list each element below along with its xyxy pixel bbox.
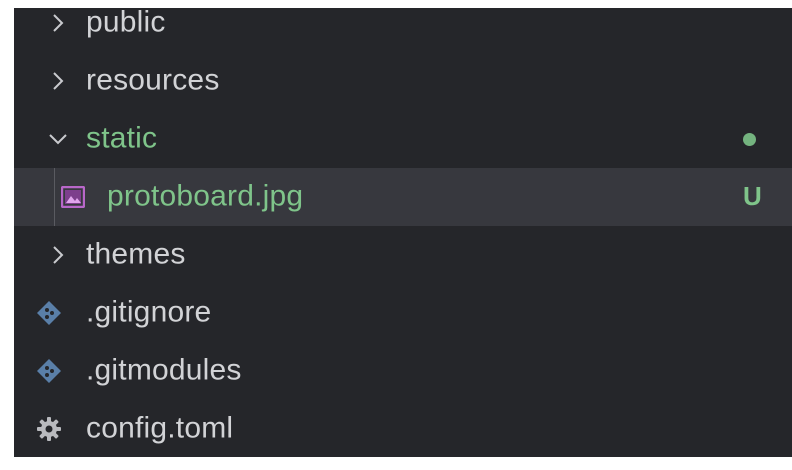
file-label: .gitignore — [86, 295, 212, 329]
chevron-down-icon[interactable] — [48, 129, 68, 149]
chevron-right-icon[interactable] — [48, 13, 68, 33]
gear-icon — [36, 416, 62, 442]
chevron-right-icon[interactable] — [48, 245, 68, 265]
git-untracked-badge: U — [743, 180, 762, 211]
folder-label: themes — [86, 237, 186, 271]
tree-item-themes-folder[interactable]: themes — [14, 226, 792, 284]
tree-item-config-file[interactable]: config.toml — [14, 400, 792, 457]
chevron-right-icon[interactable] — [48, 71, 68, 91]
folder-label: resources — [86, 63, 220, 97]
tree-item-gitignore-file[interactable]: .gitignore — [14, 284, 792, 342]
file-label: .gitmodules — [86, 353, 242, 387]
file-label: protoboard.jpg — [107, 179, 304, 213]
folder-label: static — [86, 121, 158, 155]
tree-item-gitmodules-file[interactable]: .gitmodules — [14, 342, 792, 400]
image-file-icon — [61, 186, 85, 208]
file-label: config.toml — [86, 411, 234, 445]
tree-item-public-folder[interactable]: public — [14, 8, 792, 52]
folder-label: public — [86, 8, 166, 39]
tree-item-protoboard-file[interactable]: protoboard.jpg U — [14, 168, 792, 226]
git-file-icon — [36, 300, 62, 326]
git-file-icon — [36, 358, 62, 384]
file-explorer: public resources static protoboard.jpg U… — [14, 8, 792, 457]
file-tree: public resources static protoboard.jpg U… — [14, 8, 792, 457]
tree-item-resources-folder[interactable]: resources — [14, 52, 792, 110]
indent-guide — [54, 168, 55, 226]
git-modified-dot — [743, 133, 756, 146]
tree-item-static-folder[interactable]: static — [14, 110, 792, 168]
